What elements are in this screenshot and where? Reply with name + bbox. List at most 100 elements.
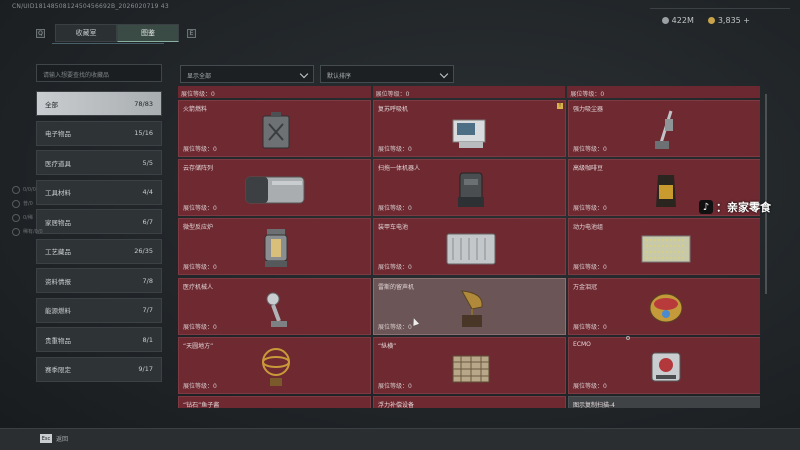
card-name: 万金泪冠 (573, 284, 598, 291)
collection-card[interactable]: 微型反应炉展位等级：0 (178, 218, 371, 275)
search-input[interactable]: 请输入想要查找的收藏品 (36, 64, 162, 82)
category-all[interactable]: 全部 78/83 (36, 91, 162, 116)
category-energy[interactable]: 能源燃料 7/7 (36, 297, 162, 323)
coffee-bag-icon (631, 168, 701, 210)
card-name: 雷斯的留声机 (378, 284, 415, 291)
battery-icon (436, 227, 506, 269)
collection-card[interactable]: 强力吸尘器 展位等级：0 (568, 100, 760, 157)
card-name: 复苏呼吸机 (378, 106, 409, 113)
collection-card[interactable]: 图示复制扫描-4 (568, 396, 760, 408)
collection-card[interactable]: 装甲车电池展位等级：0 (373, 218, 566, 275)
partial-card[interactable]: 展位等级：0 (372, 86, 566, 98)
collection-card[interactable]: 云存储阵列 展位等级：0 (178, 159, 371, 216)
battery-pack-icon (631, 227, 701, 269)
esc-key-icon: Esc (40, 434, 52, 443)
collection-card[interactable]: 扫拖一体机器人 展位等级：0 (373, 159, 566, 216)
circle-icon (12, 199, 20, 208)
card-level: 展位等级：0 (573, 264, 607, 271)
category-electronics[interactable]: 电子物品 15/16 (36, 120, 162, 146)
card-level: 展位等级：0 (183, 146, 217, 153)
armillary-icon (241, 346, 311, 388)
card-name: 微型反应炉 (183, 224, 214, 231)
card-level: 展位等级：0 (573, 205, 607, 212)
card-name: “钻石”鱼子酱 (183, 402, 220, 408)
collection-card[interactable]: 复苏呼吸机展位等级：0! (373, 100, 566, 157)
category-intel[interactable]: 资料情报 7/8 (36, 268, 162, 293)
card-name: 装甲车电池 (378, 224, 409, 231)
card-level: 展位等级：0 (378, 264, 412, 271)
category-count: 9/17 (138, 365, 153, 373)
collection-card[interactable]: “天圆地方” 展位等级：0 (178, 337, 371, 394)
ghost-text: 稀有/0/0 (23, 229, 43, 235)
category-count: 8/1 (142, 335, 153, 344)
gold-coin-icon (707, 17, 715, 24)
collection-card[interactable]: 火箭燃料 展位等级：0 (178, 100, 371, 157)
tab-next-key[interactable]: E (187, 28, 196, 38)
ecmo-icon (631, 346, 701, 388)
back-label: 返回 (56, 436, 69, 443)
gold-value: 3,835 + (717, 16, 750, 25)
vacuum-icon (631, 109, 701, 151)
card-level: 展位等级：0 (183, 205, 217, 212)
caviar-icon (241, 405, 311, 408)
currency-bar: 422M 3,835 + (661, 16, 750, 25)
back-button[interactable]: Esc 返回 (40, 434, 68, 443)
footer-bar: Esc 返回 (0, 428, 800, 450)
category-count: 78/83 (134, 99, 153, 108)
category-crafts[interactable]: 工艺藏品 26/35 (36, 238, 162, 264)
card-level: 展位等级：0 (378, 146, 412, 153)
new-badge-icon: ! (557, 103, 563, 109)
category-tools[interactable]: 工具材料 4/4 (36, 179, 162, 205)
collection-grid: 展位等级：0 展位等级：0 展位等级：0 火箭燃料 展位等级：0 复苏呼吸机 展位等级… (178, 86, 760, 408)
tab-codex[interactable]: 图鉴 (117, 24, 179, 42)
card-level: 展位等级：0 (573, 146, 607, 153)
collection-card[interactable]: 雷斯的留声机 展位等级：0 (373, 278, 566, 335)
circle-icon (12, 213, 20, 222)
partial-card[interactable]: 展位等级：0 (567, 86, 760, 98)
collection-card[interactable]: 浮力补偿设备 (373, 396, 566, 408)
robot-mop-icon (436, 168, 506, 210)
tab-underline (52, 43, 164, 44)
category-season[interactable]: 赛季限定 9/17 (36, 356, 162, 382)
category-valuables[interactable]: 贵重物品 8/1 (36, 327, 162, 352)
tab-prev-key[interactable]: Q (36, 28, 45, 38)
gold-currency[interactable]: 3,835 + (707, 16, 750, 25)
category-label: 工具材料 (45, 189, 71, 197)
partial-card[interactable]: 展位等级：0 (178, 86, 371, 98)
ghost-text: 普/0 (23, 201, 33, 207)
ghost-text: 0/稀 (23, 215, 33, 221)
category-count: 7/7 (142, 306, 153, 314)
collection-card[interactable]: “纵横” 展位等级：0 (373, 337, 566, 394)
tab-collection-room[interactable]: 收藏室 (55, 24, 117, 42)
tab-bar: Q 收藏室 图鉴 E (36, 24, 196, 42)
collection-card[interactable]: “钻石”鱼子酱 (178, 396, 371, 408)
card-name: “纵横” (378, 343, 397, 350)
sort-dropdown[interactable]: 默认排序 (320, 65, 454, 83)
card-level: 展位等级：0 (183, 324, 217, 331)
category-label: 家居物品 (45, 218, 71, 227)
fuel-can-icon (241, 109, 311, 151)
bcd-icon (436, 405, 506, 408)
card-level: 展位等级：0 (378, 383, 412, 390)
category-medical[interactable]: 医疗道具 5/5 (36, 150, 162, 175)
display-filter-dropdown[interactable]: 显示全部 (180, 65, 314, 83)
category-label: 资料情报 (45, 277, 71, 286)
collection-card[interactable]: 动力电池组 展位等级：0 (568, 218, 760, 275)
collection-card[interactable]: 万金泪冠 展位等级：0 (568, 278, 760, 335)
sort-value: 默认排序 (327, 73, 352, 80)
grid-scrollbar[interactable] (765, 94, 767, 294)
card-level: 展位等级：0 (183, 264, 217, 271)
collection-card[interactable]: ECMO 展位等级：0 (568, 337, 760, 394)
category-count: 6/7 (142, 217, 153, 226)
collection-card[interactable]: 医疗机械人 展位等级：0 (178, 278, 371, 335)
circle-icon (12, 185, 20, 194)
category-label: 全部 (45, 100, 58, 109)
category-count: 4/4 (142, 188, 153, 196)
medical-robot-icon (241, 287, 311, 329)
category-household[interactable]: 家居物品 6/7 (36, 209, 162, 234)
card-level: 展位等级：0 (378, 205, 412, 212)
storage-array-icon (241, 168, 311, 210)
card-name: 高级咖啡豆 (573, 165, 604, 172)
watermark-text: ：亲家零食 (716, 201, 771, 214)
circle-icon (12, 227, 20, 236)
